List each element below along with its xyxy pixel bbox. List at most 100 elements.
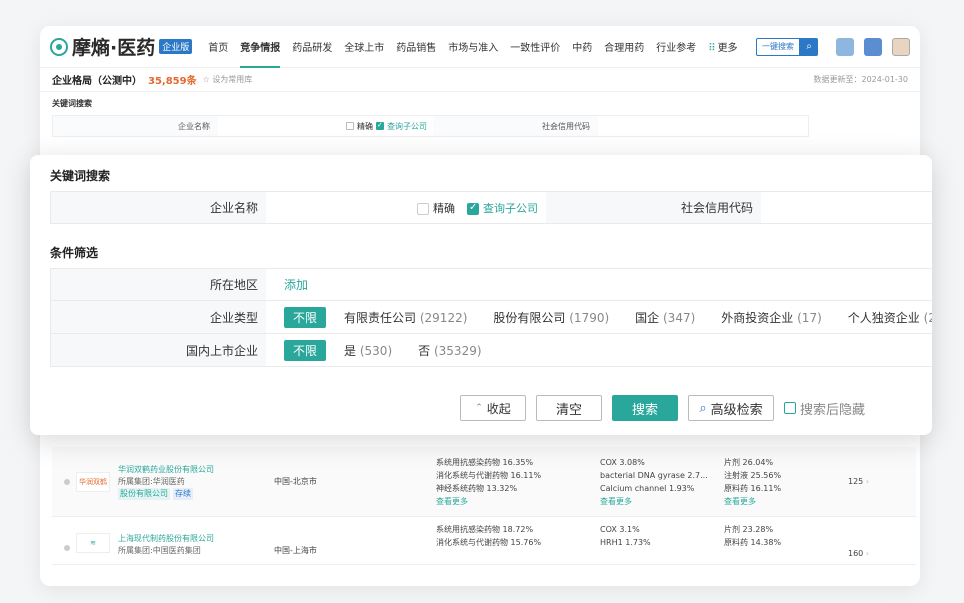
region-add-link[interactable]: 添加: [284, 276, 308, 293]
hide-after-search-checkbox[interactable]: [784, 402, 796, 414]
listed-option-name: 是: [344, 343, 357, 358]
nav-item-market[interactable]: 市场与准入: [448, 39, 498, 54]
exact-checkbox[interactable]: [417, 202, 429, 215]
bg-exact-checkbox[interactable]: [346, 122, 354, 130]
class-item: 消化系统与代谢药物 16.11%: [436, 470, 542, 480]
listed-option-count: (530): [359, 343, 393, 358]
count-cell[interactable]: 160 ›: [848, 549, 869, 558]
form-item: 注射液 25.56%: [724, 470, 782, 480]
main-nav: 首页 竞争情报 药品研发 全球上市 药品销售 市场与准入 一致性评价 中药 合理…: [208, 39, 738, 68]
type-option-count: (347): [663, 310, 696, 325]
type-option[interactable]: 国企 (347): [635, 309, 695, 326]
bg-company-input[interactable]: 精确 查询子公司: [218, 116, 433, 136]
form-item: 原料药 16.11%: [724, 483, 782, 493]
type-option-name: 股份有限公司: [493, 310, 566, 325]
class-item: 系统用抗感染药物 18.72%: [436, 525, 534, 534]
quick-search[interactable]: 一键搜索 ⌕: [756, 37, 818, 56]
nav-more-label: 更多: [717, 43, 738, 54]
nav-item-sales[interactable]: 药品销售: [396, 39, 436, 54]
subsidiary-checkbox[interactable]: [467, 202, 479, 215]
nav-item-rational[interactable]: 合理用药: [604, 39, 644, 54]
subsidiary-label: 查询子公司: [483, 201, 538, 215]
type-option-name: 个人独资企业: [847, 310, 920, 325]
exact-option[interactable]: 精确: [417, 200, 455, 216]
credit-code-label: 社会信用代码: [546, 192, 761, 223]
collapse-label: 收起: [486, 401, 511, 416]
listed-option[interactable]: 是 (530): [344, 342, 392, 359]
background-keyword-search: 关键词搜索 企业名称 精确 查询子公司 社会信用代码: [40, 92, 920, 137]
count-cell[interactable]: 125 ›: [848, 477, 869, 486]
nav-item-consistency[interactable]: 一致性评价: [510, 39, 560, 54]
chevron-right-icon: ›: [865, 549, 870, 558]
nav-item-global[interactable]: 全球上市: [344, 39, 384, 54]
company-group: 所属集团:华润医药: [118, 476, 185, 486]
logo[interactable]: 摩熵·医药 企业版: [50, 33, 193, 60]
type-option[interactable]: 个人独资企业 (298): [848, 309, 932, 326]
form-more-link[interactable]: 查看更多: [724, 495, 848, 508]
nav-item-tcm[interactable]: 中药: [572, 39, 592, 54]
region-label: 所在地区: [51, 269, 266, 300]
nav-item-industry[interactable]: 行业参考: [656, 39, 696, 54]
listed-label: 国内上市企业: [51, 334, 266, 366]
target-item: COX 3.08%: [600, 457, 645, 467]
collapse-button[interactable]: ⌃ 收起: [460, 395, 526, 421]
advanced-search-button[interactable]: ⌕ 高级检索: [688, 395, 774, 421]
type-option-count: (29122): [419, 310, 468, 325]
region-cell: 中国-北京市: [274, 477, 317, 486]
nav-item-home[interactable]: 首页: [208, 39, 228, 54]
credit-code-input[interactable]: [761, 192, 932, 223]
class-more-link[interactable]: 查看更多: [436, 495, 600, 508]
row-indicator: [64, 478, 70, 485]
result-table: 华润双鹤 华润双鹤药业股份有限公司 所属集团:华润医药 股份有限公司 存续 中国-…: [52, 447, 916, 565]
advanced-label: 高级检索: [710, 402, 763, 418]
class-cell: 系统用抗感染药物 18.72% 消化系统与代谢药物 15.76%: [436, 523, 600, 549]
type-option[interactable]: 有限责任公司 (29122): [344, 309, 467, 326]
grid-icon: ⠿: [708, 43, 716, 54]
region-cell: 中国-上海市: [274, 546, 317, 555]
avatar[interactable]: [892, 37, 910, 56]
type-option[interactable]: 外商投资企业 (17): [721, 309, 821, 326]
set-favorite-link[interactable]: ☆ 设为常用库: [203, 74, 253, 85]
edition-badge: 企业版: [159, 39, 193, 54]
company-status-tag: 存续: [173, 487, 193, 500]
type-label: 企业类型: [51, 301, 266, 333]
logo-text: 摩熵·医药: [72, 37, 156, 59]
record-count: 35,859条: [148, 76, 197, 87]
vip-icon[interactable]: [836, 37, 854, 56]
listed-option-count: (35329): [433, 343, 482, 358]
bg-keyword-title: 关键词搜索: [52, 99, 92, 108]
search-button[interactable]: 搜索: [612, 395, 678, 421]
nav-item-competition[interactable]: 竞争情报: [240, 39, 281, 68]
search-icon[interactable]: ⌕: [800, 37, 818, 56]
table-row[interactable]: ≋ 上海现代制药股份有限公司 所属集团:中国医药集团 中国-上海市 系统用抗感染…: [52, 517, 916, 565]
target-item: bacterial DNA gyrase 2.7...: [600, 470, 708, 480]
top-header: 摩熵·医药 企业版 首页 竞争情报 药品研发 全球上市 药品销售 市场与准入 一…: [40, 26, 920, 68]
type-unlimited-tag[interactable]: 不限: [284, 306, 327, 328]
listed-filter-row: 国内上市企业 不限 是 (530) 否 (35329): [50, 334, 932, 367]
subsidiary-option[interactable]: 查询子公司: [467, 200, 538, 216]
listed-option[interactable]: 否 (35329): [418, 342, 481, 359]
clear-button[interactable]: 清空: [536, 395, 602, 421]
apps-icon[interactable]: [864, 37, 882, 56]
target-more-link[interactable]: 查看更多: [600, 495, 724, 508]
hide-after-search-option[interactable]: 搜索后隐藏: [784, 399, 865, 418]
form-item: 片剂 23.28%: [724, 525, 774, 534]
class-item: 系统用抗感染药物 16.35%: [436, 457, 534, 467]
count-value: 125: [848, 477, 864, 486]
type-option[interactable]: 股份有限公司 (1790): [493, 309, 609, 326]
nav-item-rd[interactable]: 药品研发: [292, 39, 332, 54]
nav-item-more[interactable]: ⠿ 更多: [708, 39, 737, 54]
quick-search-label[interactable]: 一键搜索: [756, 37, 800, 56]
chevron-right-icon: ›: [865, 477, 870, 486]
bg-credit-input[interactable]: [598, 116, 808, 136]
listed-unlimited-tag[interactable]: 不限: [284, 339, 327, 361]
exact-label: 精确: [433, 201, 455, 215]
company-name-input[interactable]: 精确 查询子公司: [266, 192, 546, 223]
class-item: 神经系统药物 13.32%: [436, 483, 518, 493]
bg-subsidiary-checkbox[interactable]: [376, 121, 384, 130]
company-logo: ≋: [76, 533, 110, 553]
type-filter-row: 企业类型 不限 有限责任公司 (29122) 股份有限公司 (1790) 国企 …: [50, 301, 932, 334]
company-name-link[interactable]: 上海现代制药股份有限公司: [118, 533, 274, 545]
table-row[interactable]: 华润双鹤 华润双鹤药业股份有限公司 所属集团:华润医药 股份有限公司 存续 中国-…: [52, 447, 916, 517]
company-name-link[interactable]: 华润双鹤药业股份有限公司: [118, 464, 274, 476]
